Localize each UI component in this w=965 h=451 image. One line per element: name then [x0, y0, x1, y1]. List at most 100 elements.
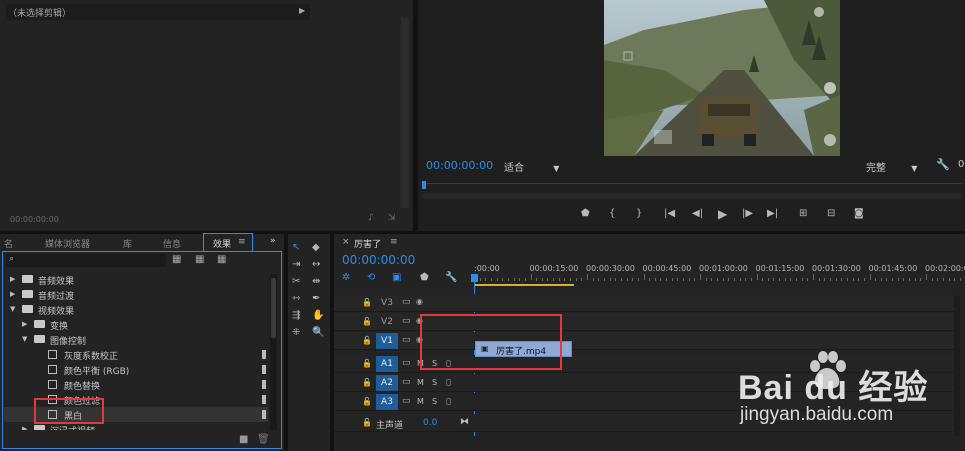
ripple-edit-tool-icon[interactable]: ⇥ — [292, 259, 300, 270]
play-icon[interactable]: ▶ — [718, 207, 727, 221]
effects-folder-row[interactable]: ▶ 音频效果 — [4, 272, 268, 287]
master-track-label[interactable]: 主声道 — [376, 418, 403, 431]
lock-icon[interactable]: 🔓 — [362, 298, 372, 307]
step-forward-icon[interactable]: |▶ — [742, 208, 753, 219]
expand-right-icon[interactable]: ▶ — [22, 320, 27, 328]
linked-selection-icon[interactable]: ⟲ — [367, 272, 375, 283]
toggle-sync-lock-icon[interactable]: ▭ — [402, 358, 411, 368]
extract-icon[interactable]: ⊟ — [827, 208, 835, 219]
timeline-close-icon[interactable]: × — [342, 237, 350, 247]
lock-icon[interactable]: 🔓 — [362, 317, 372, 326]
master-volume-value[interactable]: 0.0 — [423, 418, 437, 428]
lock-icon[interactable]: 🔓 — [362, 378, 372, 387]
add-marker-timeline-icon[interactable]: ⬟ — [420, 272, 429, 283]
program-playhead[interactable] — [422, 181, 426, 189]
effects-search-input[interactable] — [6, 254, 166, 267]
solo-button[interactable]: S — [432, 397, 437, 406]
toggle-sync-lock-icon[interactable]: ▭ — [402, 335, 411, 345]
tabs-overflow-icon[interactable]: » — [270, 236, 276, 246]
source-export-icon[interactable]: ⇲ — [388, 213, 396, 223]
source-audio-icon[interactable]: ♪ — [368, 213, 374, 223]
voiceover-mic-icon[interactable] — [446, 398, 451, 405]
program-zoom-bar[interactable] — [422, 193, 962, 199]
mute-button[interactable]: M — [417, 378, 424, 387]
zoom-tool-icon[interactable]: 🔍 — [312, 327, 324, 338]
go-to-in-icon[interactable]: |◀ — [664, 208, 675, 219]
tab-media-browser[interactable]: 媒体浏览器 — [45, 237, 90, 250]
tab-project-partial[interactable]: 名 — [4, 237, 13, 250]
expand-right-icon[interactable]: ▶ — [10, 290, 15, 298]
razor-tool-icon[interactable]: ✂ — [292, 276, 300, 287]
toggle-sync-lock-icon[interactable]: ▭ — [402, 316, 411, 326]
snap-icon[interactable]: ✲ — [342, 272, 350, 283]
program-scrubber[interactable] — [422, 181, 962, 189]
add-marker-icon[interactable]: ⬟ — [581, 208, 590, 219]
master-end-icon[interactable]: ⧓ — [460, 417, 469, 427]
32bit-effects-icon[interactable]: ▦ — [195, 254, 204, 265]
effects-folder-row[interactable]: ▶ 变换 — [4, 317, 268, 332]
go-to-out-icon[interactable]: ▶| — [767, 208, 778, 219]
timeline-playhead-handle[interactable] — [471, 274, 478, 282]
lock-icon[interactable]: 🔓 — [362, 418, 372, 427]
effects-scrollbar-track[interactable] — [270, 274, 277, 430]
hand-tool-icon[interactable]: ✋ — [312, 310, 324, 321]
accelerated-effects-icon[interactable]: ▦ — [172, 254, 181, 265]
tab-info[interactable]: 信息 — [163, 237, 181, 250]
program-fit-dropdown[interactable]: 适合 ▼ — [504, 159, 559, 174]
step-back-icon[interactable]: ◀| — [692, 208, 703, 219]
yuv-effects-icon[interactable]: ▦ — [217, 254, 226, 265]
source-menu-arrow-icon[interactable]: ▶ — [299, 6, 305, 15]
type-tool-icon[interactable]: ⁜ — [292, 327, 300, 338]
track-target-v1[interactable]: V1 — [376, 333, 398, 349]
track-target-a2[interactable]: A2 — [376, 375, 398, 391]
slide-tool-icon[interactable]: ⇿ — [292, 293, 300, 304]
expand-down-icon[interactable]: ▼ — [22, 335, 27, 343]
effects-scrollbar-thumb[interactable] — [271, 278, 276, 338]
track-target-v2[interactable]: V2 — [376, 314, 398, 330]
program-timecode[interactable]: 00:00:00:00 — [426, 159, 493, 172]
tab-libraries[interactable]: 库 — [123, 237, 132, 250]
lift-icon[interactable]: ⊞ — [799, 208, 807, 219]
effects-folder-row[interactable]: ▼ 图像控制 — [4, 332, 268, 347]
effects-folder-row[interactable]: ▼ 视频效果 — [4, 302, 268, 317]
timeline-sequence-tab[interactable]: 厉害了 — [354, 237, 381, 250]
track-target-a1[interactable]: A1 — [376, 356, 398, 372]
track-target-a3[interactable]: A3 — [376, 394, 398, 410]
toggle-sync-lock-icon[interactable]: ▭ — [402, 377, 411, 387]
selection-tool-icon[interactable]: ↖ — [292, 242, 300, 253]
mark-in-icon[interactable]: { — [609, 208, 615, 219]
timeline-tab-menu-icon[interactable]: ≡ — [390, 237, 398, 247]
new-bin-icon[interactable]: ■ — [239, 434, 248, 445]
expand-right-icon[interactable]: ▶ — [22, 425, 27, 430]
track-select-tool-icon[interactable]: ◆ — [312, 242, 320, 253]
track-forward-tool-icon[interactable]: ⇶ — [292, 310, 300, 321]
mute-button[interactable]: M — [417, 397, 424, 406]
insert-nested-icon[interactable]: ▣ — [392, 272, 401, 283]
program-quality-dropdown[interactable]: 完整 ▼ — [866, 159, 917, 174]
timeline-settings-icon[interactable]: 🔧 — [445, 272, 457, 283]
delete-icon[interactable]: 🗑 — [257, 434, 270, 445]
expand-right-icon[interactable]: ▶ — [10, 275, 15, 283]
source-scrollbar[interactable] — [401, 18, 409, 208]
effects-item-row[interactable]: 颜色平衡 (RGB) — [4, 362, 268, 377]
lock-icon[interactable]: 🔓 — [362, 397, 372, 406]
lock-icon[interactable]: 🔓 — [362, 359, 372, 368]
toggle-sync-lock-icon[interactable]: ▭ — [402, 396, 411, 406]
effects-item-row[interactable]: 灰度系数校正 — [4, 347, 268, 362]
toggle-sync-lock-icon[interactable]: ▭ — [402, 297, 411, 307]
lock-icon[interactable]: 🔓 — [362, 336, 372, 345]
solo-button[interactable]: S — [432, 378, 437, 387]
effects-folder-row[interactable]: ▶ 音频过渡 — [4, 287, 268, 302]
mark-out-icon[interactable]: } — [636, 208, 642, 219]
voiceover-mic-icon[interactable] — [446, 379, 451, 386]
expand-down-icon[interactable]: ▼ — [10, 305, 15, 313]
effects-item-row[interactable]: 颜色替换 — [4, 377, 268, 392]
slip-tool-icon[interactable]: ⇹ — [312, 276, 320, 287]
timeline-timecode[interactable]: 00:00:00:00 — [342, 253, 415, 267]
export-frame-icon[interactable]: ◙ — [854, 208, 864, 219]
eye-icon[interactable]: ◉ — [416, 297, 423, 306]
pen-tool-icon[interactable]: ✒ — [312, 293, 320, 304]
work-area-bar[interactable] — [474, 284, 574, 286]
rate-stretch-tool-icon[interactable]: ↔ — [312, 259, 320, 270]
wrench-icon[interactable]: 🔧 — [936, 158, 950, 171]
